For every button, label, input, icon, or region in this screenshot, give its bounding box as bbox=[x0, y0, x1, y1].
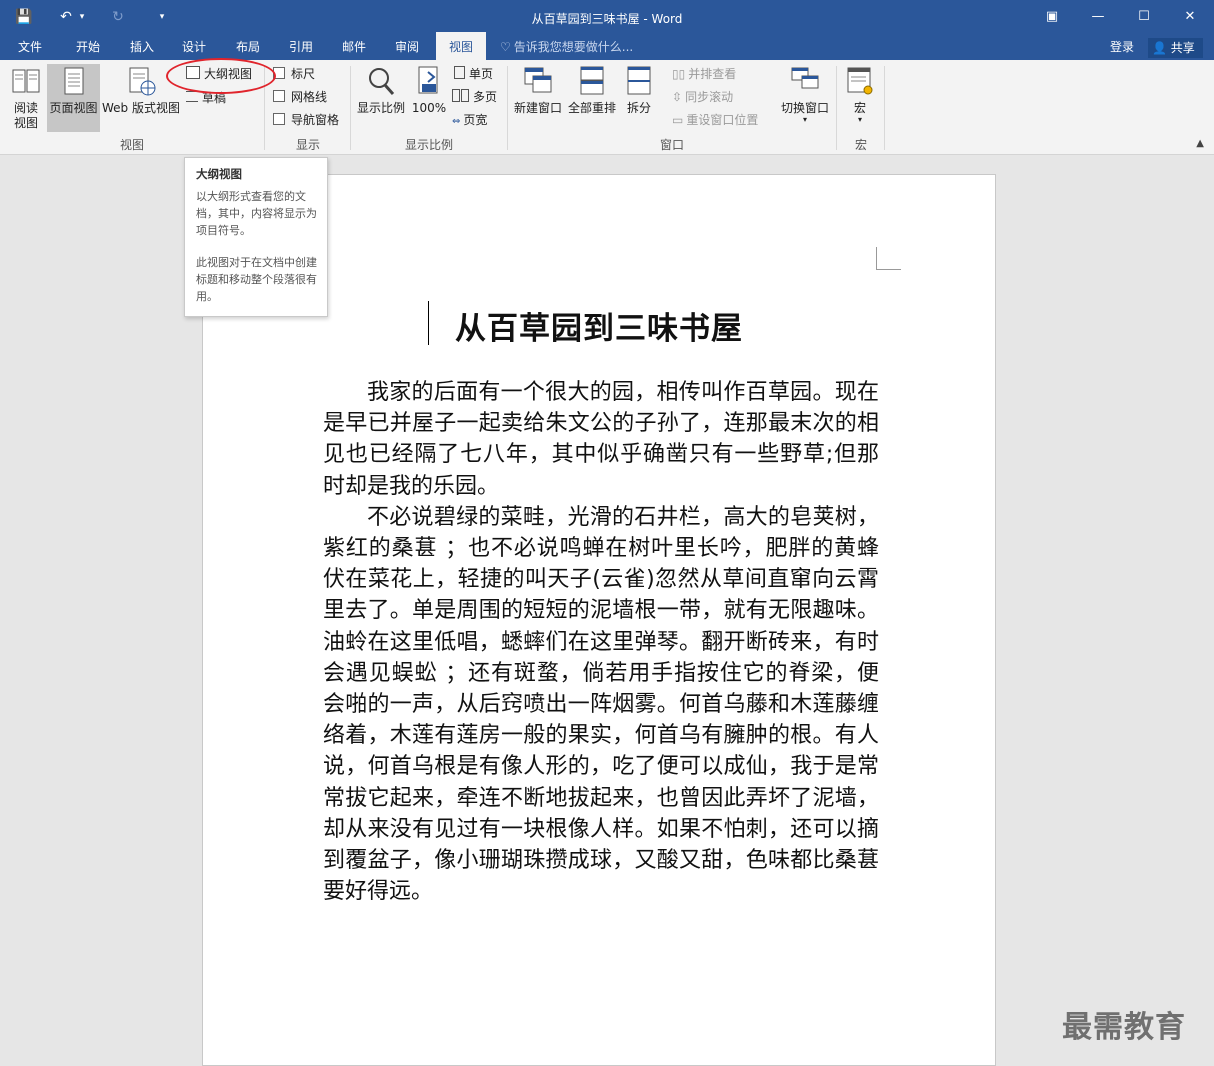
sync-scrolling-button[interactable]: ⇳ 同步滚动 bbox=[672, 87, 733, 107]
read-mode-button[interactable]: 阅读视图 bbox=[6, 64, 46, 131]
group-separator bbox=[264, 66, 265, 150]
magnifier-icon bbox=[369, 68, 395, 95]
tab-review[interactable]: 审阅 bbox=[383, 34, 431, 60]
chevron-down-icon: ▾ bbox=[857, 115, 862, 124]
macro-icon bbox=[847, 67, 873, 95]
ruler-checkbox[interactable]: 标尺 bbox=[273, 64, 315, 84]
page-width-icon: ⇔ bbox=[452, 116, 461, 127]
reset-window-position-button[interactable]: ▭ 重设窗口位置 bbox=[672, 110, 758, 130]
collapse-ribbon-icon[interactable]: ▲ bbox=[1196, 138, 1204, 149]
chevron-down-icon: ▾ bbox=[802, 115, 807, 124]
window-title: 从百草园到三味书屋 - Word bbox=[531, 12, 683, 26]
close-button[interactable]: ✕ bbox=[1178, 8, 1202, 26]
group-separator bbox=[836, 66, 837, 150]
tab-mailings[interactable]: 邮件 bbox=[330, 34, 378, 60]
group-separator bbox=[350, 66, 351, 150]
ribbon-tabs: 文件 开始 插入 设计 布局 引用 邮件 审阅 视图 ♡ 告诉我您想要做什么...… bbox=[0, 32, 1214, 62]
maximize-button[interactable]: ☐ bbox=[1132, 8, 1156, 26]
tab-references[interactable]: 引用 bbox=[277, 34, 325, 60]
read-mode-label: 阅读视图 bbox=[13, 101, 38, 130]
tooltip-usage: 此视图对于在文档中创建标题和移动整个段落很有用。 bbox=[196, 256, 317, 303]
sync-scroll-icon: ⇳ bbox=[672, 90, 683, 104]
split-button[interactable]: 拆分 bbox=[620, 64, 658, 116]
view-group-label: 视图 bbox=[119, 138, 144, 152]
side-by-side-icon: ▯▯ bbox=[672, 67, 686, 81]
tab-view[interactable]: 视图 bbox=[436, 32, 486, 62]
tab-insert[interactable]: 插入 bbox=[118, 34, 166, 60]
group-separator bbox=[507, 66, 508, 150]
zoom-group-label: 显示比例 bbox=[404, 138, 453, 152]
document-body[interactable]: 我家的后面有一个很大的园，相传叫作百草园。现在是早已并屋子一起卖给朱文公的子孙了… bbox=[323, 377, 879, 907]
one-page-icon bbox=[454, 66, 465, 79]
zoom-label: 显示比例 bbox=[356, 101, 405, 115]
minimize-button[interactable]: — bbox=[1086, 8, 1110, 26]
sign-in-link[interactable]: 登录 bbox=[1110, 34, 1134, 60]
page-width-button[interactable]: ⇔ 页宽 bbox=[452, 110, 487, 130]
new-window-icon bbox=[524, 67, 552, 93]
gridlines-checkbox[interactable]: 网格线 bbox=[273, 87, 327, 107]
title-bar: 💾 ↶ ▾ ↻ ▾ 从百草园到三味书屋 - Word ▣ — ☐ ✕ bbox=[0, 0, 1214, 34]
arrange-all-button[interactable]: 全部重排 bbox=[566, 64, 618, 116]
arrange-all-icon bbox=[580, 66, 604, 95]
outline-view-tooltip: 大纲视图 以大纲形式查看您的文档，其中，内容将显示为项目符号。 此视图对于在文档… bbox=[184, 157, 328, 317]
tooltip-title: 大纲视图 bbox=[196, 167, 242, 181]
paragraph[interactable]: 不必说碧绿的菜畦，光滑的石井栏，高大的皂荚树，紫红的桑葚 ；也不必说鸣蝉在树叶里… bbox=[323, 502, 879, 908]
show-group-label: 显示 bbox=[295, 138, 320, 152]
macro-group-label: 宏 bbox=[854, 138, 867, 152]
watermark-logo: 最需教育 bbox=[1062, 1010, 1186, 1045]
multiple-pages-button[interactable]: 多页 bbox=[452, 87, 497, 107]
read-mode-icon bbox=[12, 69, 40, 93]
view-side-by-side-button[interactable]: ▯▯ 并排查看 bbox=[672, 64, 736, 84]
ribbon-view: 阅读视图 页面视图 Web 版式视图 大纲视图 草稿 视图 标尺 网格线 导航窗… bbox=[0, 60, 1214, 155]
switch-windows-label: 切换窗口 bbox=[780, 101, 829, 115]
zoom-100-button[interactable]: 100% bbox=[410, 64, 448, 116]
tab-file[interactable]: 文件 bbox=[6, 34, 54, 60]
person-icon: 👤 bbox=[1152, 41, 1167, 55]
tab-home[interactable]: 开始 bbox=[64, 34, 112, 60]
lightbulb-icon: ♡ bbox=[500, 40, 511, 54]
draft-icon bbox=[186, 91, 198, 102]
tab-design[interactable]: 设计 bbox=[170, 34, 218, 60]
web-layout-button[interactable]: Web 版式视图 bbox=[101, 64, 181, 116]
share-button[interactable]: 👤 共享 bbox=[1148, 38, 1203, 58]
new-window-label: 新建窗口 bbox=[513, 101, 562, 115]
outline-view-button[interactable]: 大纲视图 bbox=[186, 64, 252, 84]
zoom-button[interactable]: 显示比例 bbox=[354, 64, 408, 116]
tooltip-description: 以大纲形式查看您的文档，其中，内容将显示为项目符号。 bbox=[196, 190, 317, 237]
window-group-label: 窗口 bbox=[659, 138, 684, 152]
switch-windows-icon bbox=[791, 67, 819, 89]
draft-view-button[interactable]: 草稿 bbox=[186, 88, 226, 108]
macros-button[interactable]: 宏 ▾ bbox=[842, 64, 878, 124]
switch-windows-button[interactable]: 切换窗口 ▾ bbox=[778, 64, 832, 124]
one-page-button[interactable]: 单页 bbox=[454, 64, 493, 84]
margin-crop-mark bbox=[876, 247, 901, 270]
split-icon bbox=[627, 66, 651, 95]
ribbon-display-options-icon[interactable]: ▣ bbox=[1040, 8, 1064, 26]
macros-label: 宏 bbox=[853, 101, 866, 115]
print-layout-label: 页面视图 bbox=[49, 101, 98, 115]
paragraph[interactable]: 我家的后面有一个很大的园，相传叫作百草园。现在是早已并屋子一起卖给朱文公的子孙了… bbox=[323, 377, 879, 502]
reset-position-icon: ▭ bbox=[672, 113, 684, 127]
split-label: 拆分 bbox=[626, 101, 651, 115]
zoom-100-icon bbox=[418, 66, 438, 94]
print-layout-icon bbox=[64, 67, 83, 95]
tell-me-box[interactable]: ♡ 告诉我您想要做什么... bbox=[500, 34, 633, 60]
arrange-all-label: 全部重排 bbox=[567, 101, 616, 115]
multiple-pages-icon bbox=[452, 89, 460, 102]
zoom-100-label: 100% bbox=[411, 101, 447, 115]
outline-icon bbox=[186, 66, 200, 79]
group-separator bbox=[884, 66, 885, 150]
print-layout-button[interactable]: 页面视图 bbox=[47, 64, 100, 132]
web-layout-label: Web 版式视图 bbox=[102, 101, 180, 115]
new-window-button[interactable]: 新建窗口 bbox=[511, 64, 565, 116]
web-layout-icon bbox=[129, 67, 156, 96]
navigation-pane-checkbox[interactable]: 导航窗格 bbox=[273, 110, 339, 130]
tab-layout[interactable]: 布局 bbox=[224, 34, 272, 60]
